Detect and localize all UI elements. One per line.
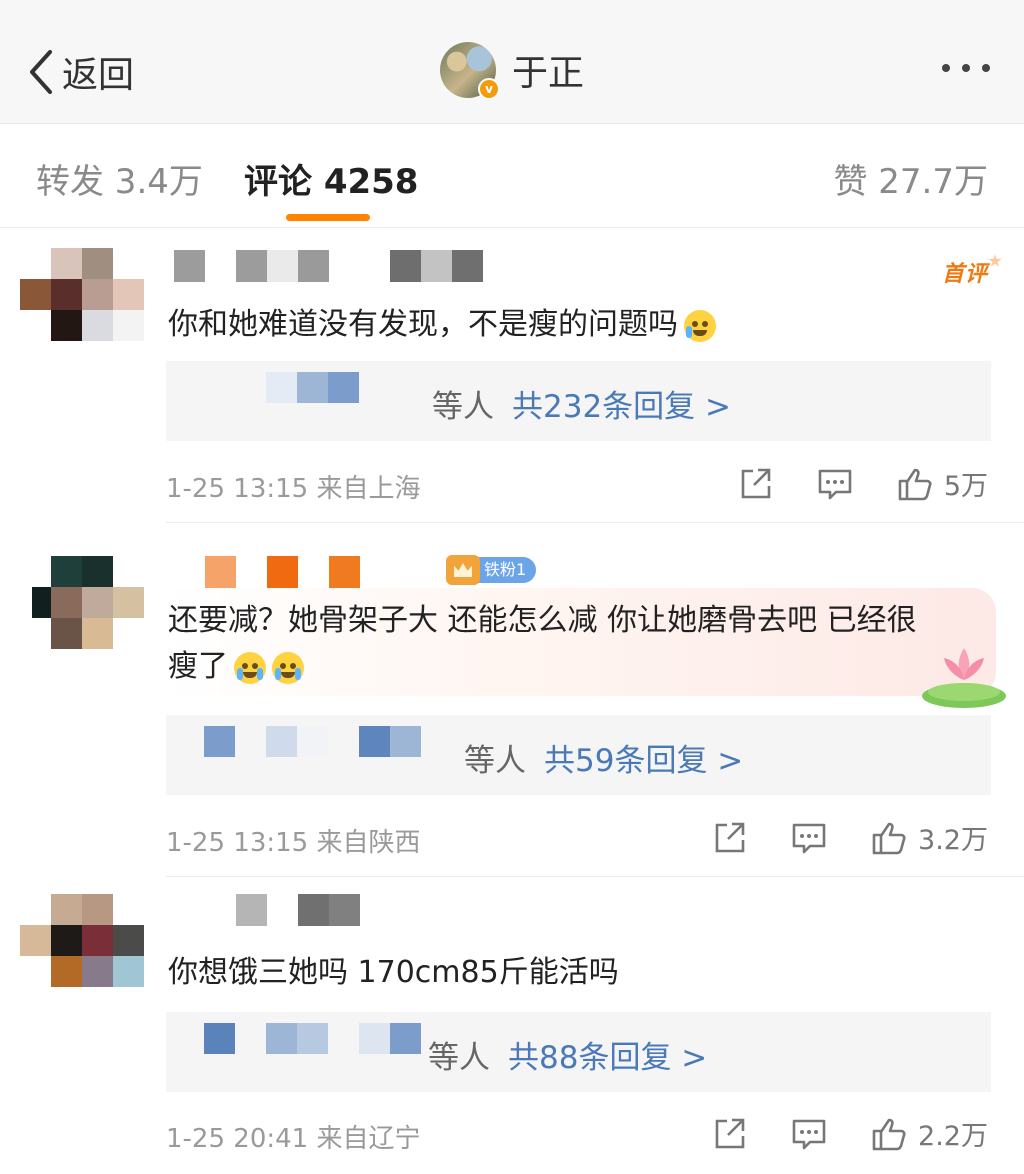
back-label: 返回 xyxy=(62,55,135,96)
replies-count-link[interactable]: 共88条回复 > xyxy=(508,1040,707,1076)
avatar[interactable] xyxy=(20,556,144,650)
repost-icon[interactable] xyxy=(710,1115,748,1153)
replies-count-link[interactable]: 共59条回复 > xyxy=(544,743,743,779)
like-count: 2.2万 xyxy=(918,1121,988,1152)
more-dots-icon[interactable] xyxy=(942,64,990,72)
chevron-left-icon xyxy=(30,50,52,94)
comment-icon[interactable] xyxy=(790,1115,828,1153)
author-name: 于正 xyxy=(512,53,585,94)
repost-icon[interactable] xyxy=(736,465,774,503)
tab-comments[interactable]: 评论 4258 xyxy=(244,154,418,203)
comment-meta: 1-25 13:15 来自上海 xyxy=(166,474,421,504)
like-icon[interactable] xyxy=(896,465,934,503)
author-header[interactable]: v 于正 xyxy=(440,42,585,100)
comment-meta: 1-25 20:41 来自辽宁 xyxy=(166,1124,421,1154)
avatar[interactable] xyxy=(20,248,144,342)
lotus-decoration-icon xyxy=(922,648,1006,708)
comment-text: 还要减？她骨架子大 还能怎么减 你让她磨骨去吧 已经很 xyxy=(168,603,917,638)
tab-bar: 转发 3.4万 评论 4258 赞 27.7万 xyxy=(0,124,1024,228)
replies-preview[interactable]: 等人 共88条回复 > xyxy=(166,1012,991,1092)
comment-text: 你想饿三她吗 170cm85斤能活吗 xyxy=(168,955,619,990)
top-nav-bar: 返回 v 于正 xyxy=(0,0,1024,124)
laughing-tears-emoji-icon xyxy=(684,309,716,342)
crying-emoji-icon xyxy=(234,651,266,684)
verified-badge-icon: v xyxy=(478,78,500,100)
comment-actions: 3.2万 xyxy=(710,818,988,857)
comment-text-line2: 瘦了 xyxy=(168,644,304,690)
comment-meta: 1-25 13:15 来自陕西 xyxy=(166,828,421,858)
like-icon[interactable] xyxy=(870,819,908,857)
back-button[interactable]: 返回 xyxy=(26,44,134,100)
first-comment-badge: 首评 xyxy=(942,256,988,288)
crying-emoji-icon xyxy=(272,651,304,684)
divider xyxy=(166,522,1024,523)
like-count: 5万 xyxy=(943,471,988,502)
divider xyxy=(166,876,1024,877)
replies-preview[interactable]: 等人 共232条回复 > xyxy=(166,361,991,441)
like-icon[interactable] xyxy=(870,1115,908,1153)
tab-reposts[interactable]: 转发 3.4万 xyxy=(36,154,203,203)
comment-actions: 2.2万 xyxy=(710,1114,988,1153)
comment-actions: 5万 xyxy=(736,464,988,503)
repost-icon[interactable] xyxy=(710,819,748,857)
active-tab-indicator xyxy=(286,214,370,221)
fan-badge: 铁粉1 xyxy=(446,555,537,585)
comment-text: 你和她难道没有发现，不是瘦的问题吗 xyxy=(168,302,716,348)
comment-icon[interactable] xyxy=(790,819,828,857)
author-avatar[interactable]: v xyxy=(440,42,500,100)
crown-icon xyxy=(446,555,480,585)
tab-likes[interactable]: 赞 27.7万 xyxy=(833,154,988,203)
comment-icon[interactable] xyxy=(816,465,854,503)
like-count: 3.2万 xyxy=(918,825,988,856)
replies-count-link[interactable]: 共232条回复 > xyxy=(512,389,731,425)
avatar[interactable] xyxy=(20,894,144,988)
replies-preview[interactable]: 等人 共59条回复 > xyxy=(166,715,991,795)
